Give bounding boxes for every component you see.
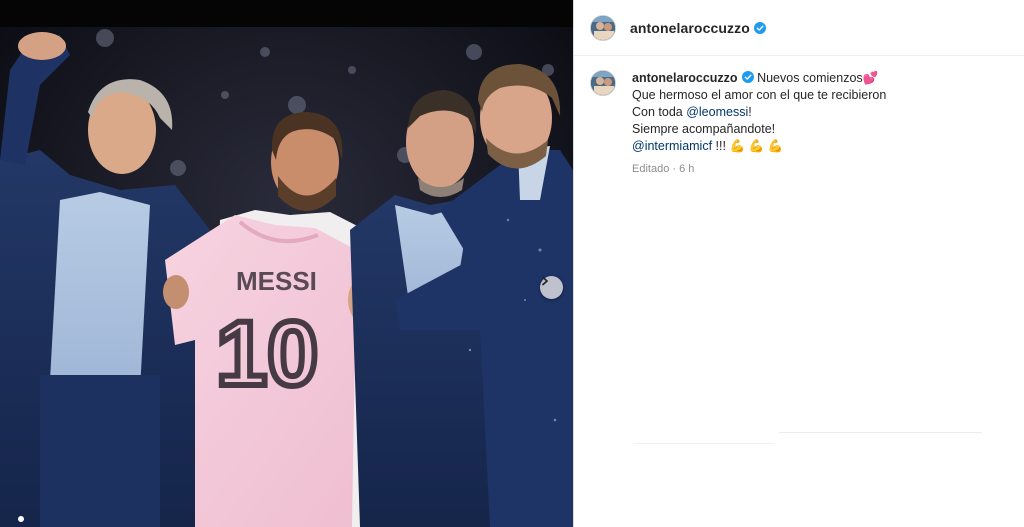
avatar-image bbox=[591, 15, 615, 40]
verified-badge-icon bbox=[753, 21, 766, 34]
heart-emoji-icon: 💕 bbox=[862, 71, 879, 85]
caption-line-4: Siempre acompañandote! bbox=[632, 122, 776, 136]
caption-line-5-suffix: !!! bbox=[712, 139, 726, 153]
photo-top-bar bbox=[0, 0, 573, 27]
caption-username[interactable]: antonelaroccuzzo bbox=[632, 71, 754, 85]
caption-line-3-suffix: ! bbox=[748, 105, 752, 119]
divider bbox=[779, 432, 982, 433]
flexed-biceps-emoji-icon: 💪 💪 💪 bbox=[729, 139, 784, 153]
caption-line-3: Con toda @leomessi! bbox=[632, 104, 886, 121]
post-username[interactable]: antonelaroccuzzo bbox=[630, 20, 766, 36]
avatar[interactable] bbox=[590, 14, 616, 41]
mention-leomessi[interactable]: @leomessi bbox=[686, 105, 748, 119]
chevron-right-icon bbox=[542, 276, 548, 286]
post-viewer: MESSI 10 antonelaroccuzzo antonelaroccuz… bbox=[0, 0, 1024, 527]
avatar-image bbox=[591, 71, 615, 95]
post-caption: antonelaroccuzzo Nuevos comienzos💕 Que h… bbox=[590, 70, 1010, 178]
caption-line-2: Que hermoso el amor con el que te recibi… bbox=[632, 88, 887, 102]
carousel-next-button[interactable] bbox=[540, 276, 563, 299]
verified-badge-icon bbox=[741, 71, 754, 83]
caption-avatar[interactable] bbox=[590, 70, 616, 96]
caption-line-3-prefix: Con toda bbox=[632, 105, 687, 119]
post-side-panel: antonelaroccuzzo antonelaroccuzzo Nuevos… bbox=[573, 0, 1024, 527]
caption-first-line: Nuevos comienzos bbox=[757, 71, 863, 85]
carousel-indicator-dot bbox=[18, 516, 24, 522]
caption-line-1: antonelaroccuzzo Nuevos comienzos💕 bbox=[632, 70, 886, 87]
post-photo[interactable]: MESSI 10 bbox=[0, 0, 573, 527]
mention-intermiamicf[interactable]: @intermiamicf bbox=[632, 139, 712, 153]
jersey-name: MESSI bbox=[236, 266, 317, 296]
post-timestamp: Editado · 6 h bbox=[632, 163, 695, 175]
divider bbox=[634, 443, 774, 444]
jersey-number: 10 bbox=[216, 303, 318, 405]
post-header: antonelaroccuzzo bbox=[574, 0, 1024, 56]
photo-illustration: MESSI 10 bbox=[0, 27, 573, 527]
caption-line-5: @intermiamicf !!! 💪 💪 💪 bbox=[632, 138, 886, 155]
caption-text: antonelaroccuzzo Nuevos comienzos💕 Que h… bbox=[632, 70, 886, 178]
